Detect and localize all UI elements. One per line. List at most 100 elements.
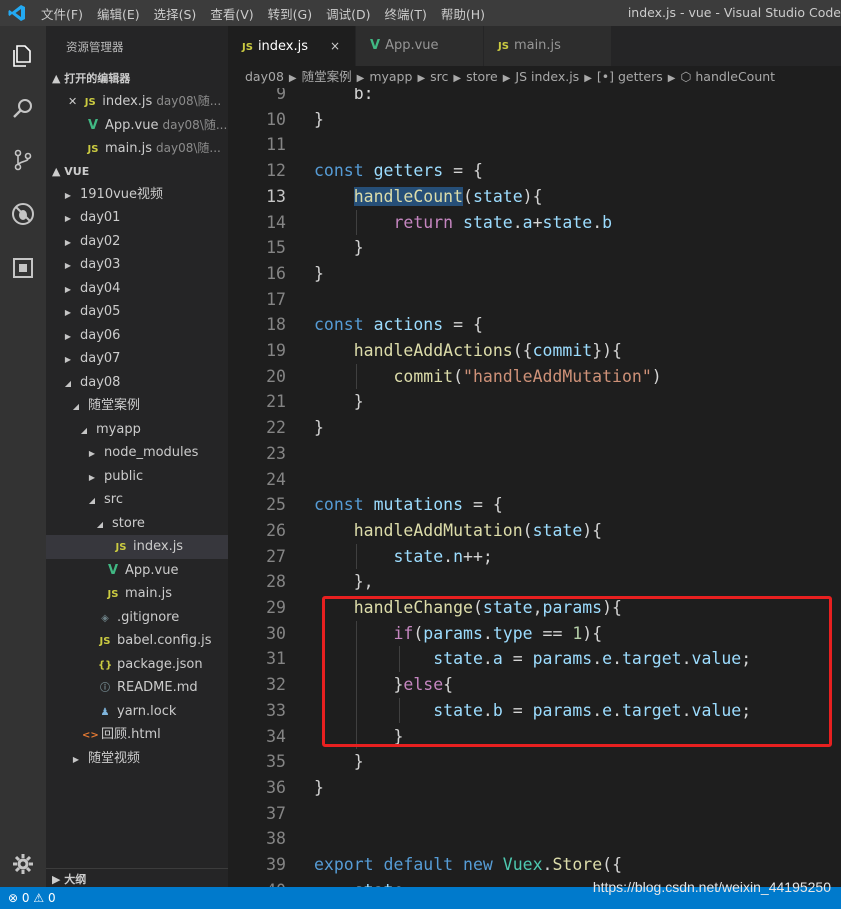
code-line: 35 } <box>228 749 841 775</box>
tree-item-label: yarn.lock <box>117 703 177 719</box>
tree-folder-item[interactable]: ▶ 1910vue视频 <box>46 183 228 207</box>
code-editor[interactable]: 9 b: 10} 11 12 const getters = {13 handleCo… <box>228 88 841 887</box>
code-text: return state.a+state.b <box>314 210 612 236</box>
tree-folder-item[interactable]: ▶ day04 <box>46 277 228 301</box>
tree-folder-item[interactable]: ▶ day01 <box>46 206 228 230</box>
menu-item[interactable]: 帮助(H) <box>434 4 492 23</box>
tree-file-item[interactable]: JS main.js <box>46 582 228 606</box>
tree-folder-item[interactable]: ▶ public <box>46 465 228 489</box>
tree-file-item[interactable]: {} package.json <box>46 653 228 677</box>
line-number: 34 <box>266 726 286 746</box>
menu-item[interactable]: 转到(G) <box>261 4 319 23</box>
chevron-right-icon: ▶ <box>64 331 72 341</box>
code-token: + <box>532 212 543 232</box>
watermark: https://blog.csdn.net/weixin_44195250 <box>592 879 831 895</box>
code-token: Vuex <box>502 855 543 874</box>
tree-folder-item[interactable]: ◢ store <box>46 512 228 536</box>
menu-item[interactable]: 终端(T) <box>377 4 433 23</box>
breadcrumb-item[interactable]: src <box>430 69 448 84</box>
menu-item[interactable]: 选择(S) <box>147 4 204 23</box>
tab-label: App.vue <box>385 38 439 53</box>
open-editor-item[interactable]: JS main.js day08\随... <box>46 137 228 161</box>
js-file-icon: JS <box>498 41 509 52</box>
tree-folder-item[interactable]: ▶ day07 <box>46 347 228 371</box>
breadcrumb-item[interactable]: [•] getters <box>597 69 663 84</box>
source-control-icon[interactable] <box>7 144 39 176</box>
breadcrumb-item[interactable]: JS index.js <box>515 69 579 84</box>
chevron-right-icon: ▶ <box>64 190 72 200</box>
tree-folder-item[interactable]: ▶ 随堂视频 <box>46 747 228 771</box>
breadcrumb-item[interactable]: day08 <box>245 69 284 84</box>
menu-item[interactable]: 文件(F) <box>34 4 90 23</box>
code-text: state <box>314 878 404 887</box>
menu-item[interactable]: 调试(D) <box>319 4 377 23</box>
code-text: }, <box>314 569 374 595</box>
tab-App-vue[interactable]: V App.vue <box>356 26 484 66</box>
code-line: 25 const mutations = { <box>228 492 841 518</box>
code-text: } <box>314 261 324 287</box>
code-text: b: <box>314 88 384 107</box>
breadcrumb-item[interactable]: ⬡ handleCount <box>680 69 775 84</box>
tree-file-item[interactable]: <> 回顾.html <box>46 723 228 747</box>
code-text: export default new Vuex.Store({ <box>314 852 622 878</box>
tab-close-icon[interactable]: × <box>330 39 340 53</box>
tree-file-item[interactable]: ♟ yarn.lock <box>46 700 228 724</box>
open-editors-header[interactable]: ▲ 打开的编辑器 <box>46 68 228 90</box>
extensions-icon[interactable] <box>7 252 39 284</box>
chevron-right-icon: ▶ <box>64 237 72 247</box>
tree-folder-item[interactable]: ◢ src <box>46 488 228 512</box>
tree-file-item[interactable]: JS babel.config.js <box>46 629 228 653</box>
tree-file-item[interactable]: ⓘ README.md <box>46 676 228 700</box>
tab-main-js[interactable]: JS main.js <box>484 26 612 66</box>
code-token: ({ <box>512 341 533 360</box>
open-editor-item[interactable]: ✕ JS index.js day08\随... <box>46 90 228 114</box>
open-editor-item[interactable]: V App.vue day08\随... <box>46 114 228 138</box>
tree-folder-item[interactable]: ▶ day02 <box>46 230 228 254</box>
tree-item-label: package.json <box>117 656 203 672</box>
tree-file-item[interactable]: JS index.js <box>46 535 228 559</box>
tree-file-item[interactable]: ◈ .gitignore <box>46 606 228 630</box>
chevron-right-icon: ▶ <box>64 284 72 294</box>
tab-index-js[interactable]: JS index.js × <box>228 26 356 66</box>
tree-folder-item[interactable]: ◢ myapp <box>46 418 228 442</box>
tree-folder-item[interactable]: ▶ day03 <box>46 253 228 277</box>
tree-folder-item[interactable]: ▶ day05 <box>46 300 228 324</box>
breadcrumb-item[interactable]: myapp <box>369 69 412 84</box>
code-token: ){ <box>582 520 603 540</box>
tree-folder-item[interactable]: ▶ node_modules <box>46 441 228 465</box>
line-number: 33 <box>266 700 286 720</box>
chevron-right-icon: ▶ <box>88 472 96 482</box>
tree-folder-item[interactable]: ◢ day08 <box>46 371 228 395</box>
tree-folder-item[interactable]: ▶ day06 <box>46 324 228 348</box>
chevron-right-icon: ▶ <box>502 73 511 84</box>
workspace-header[interactable]: ▲ VUE <box>46 160 228 183</box>
tree-folder-item[interactable]: ◢ 随堂案例 <box>46 394 228 418</box>
code-token: } <box>314 777 324 797</box>
code-line: 38 <box>228 826 841 852</box>
menu-item[interactable]: 编辑(E) <box>90 4 147 23</box>
code-token: . <box>592 212 603 232</box>
menu-item[interactable]: 查看(V) <box>203 4 260 23</box>
search-icon[interactable] <box>7 92 39 124</box>
tree-item-label: day02 <box>80 233 121 249</box>
code-text: } <box>314 775 324 801</box>
files-icon[interactable] <box>7 40 39 72</box>
code-token: } <box>314 418 324 438</box>
code-token: ( <box>463 186 473 206</box>
close-icon[interactable]: ✕ <box>68 95 77 108</box>
line-number: 18 <box>266 315 286 335</box>
code-line: 11 <box>228 132 841 158</box>
code-token: state <box>393 546 444 566</box>
settings-gear-icon[interactable] <box>7 848 39 880</box>
breadcrumb-item[interactable]: store <box>466 69 498 84</box>
tree-file-item[interactable]: V App.vue <box>46 559 228 583</box>
tree-item-label: App.vue <box>125 562 179 578</box>
chevron-right-icon: ▶ <box>453 73 462 84</box>
debug-icon[interactable] <box>7 198 39 230</box>
line-number: 26 <box>266 520 286 540</box>
breadcrumb-item[interactable]: 随堂案例 <box>302 69 352 84</box>
problems-indicator[interactable]: ⊗ 0 ⚠ 0 <box>8 891 56 905</box>
code-token: } <box>314 392 364 412</box>
